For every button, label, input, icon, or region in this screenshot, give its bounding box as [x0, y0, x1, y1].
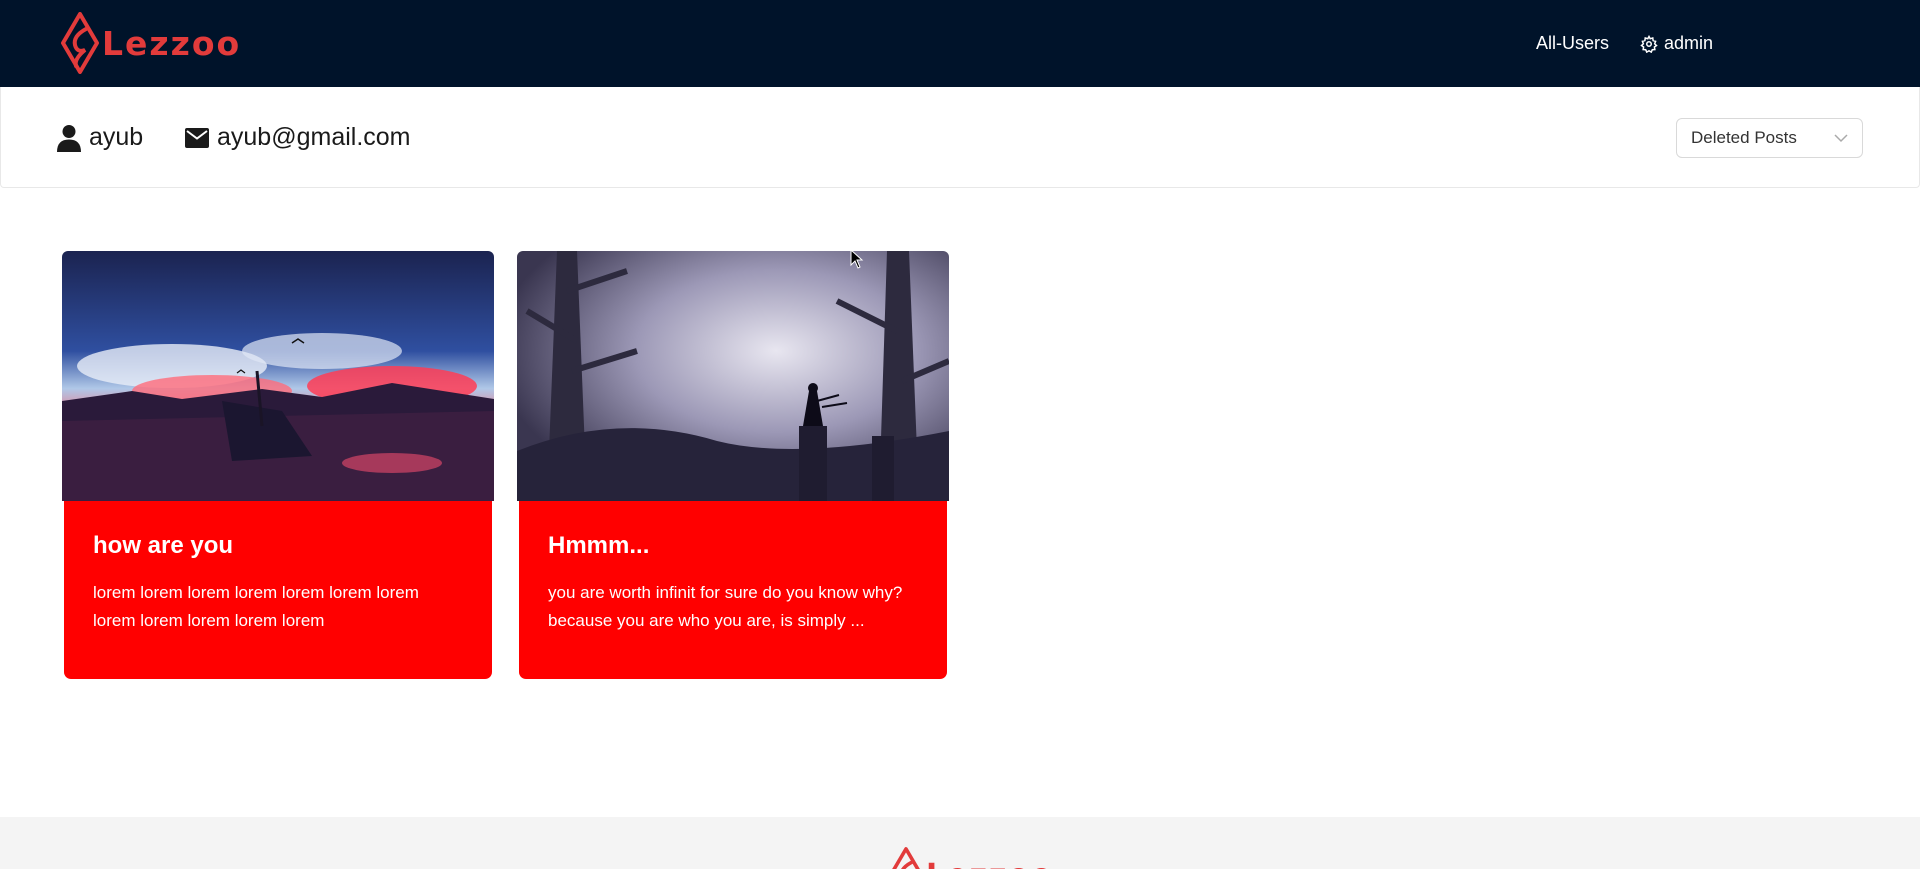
chevron-down-icon	[1834, 134, 1848, 143]
main-nav: All-Users admin	[1536, 0, 1713, 87]
post-title: how are you	[93, 532, 234, 559]
username-text: ayub	[89, 123, 144, 151]
mouse-cursor-icon	[850, 249, 864, 269]
post-filter-value: Deleted Posts	[1691, 128, 1797, 147]
post-excerpt: lorem lorem lorem lorem lorem lorem lore…	[93, 583, 419, 630]
post-image-misty-forest	[517, 251, 949, 501]
top-navbar: Lezzoo All-Users admin	[0, 0, 1920, 87]
nav-all-users-link[interactable]: All-Users	[1536, 33, 1609, 54]
lezzoo-logo-icon	[61, 12, 99, 74]
brand-logo[interactable]: Lezzoo	[60, 10, 241, 76]
footer: Lezzoo	[0, 817, 1920, 869]
nav-all-users-label: All-Users	[1536, 33, 1610, 53]
post-card-body: Hmmm... you are worth infinit for sure d…	[519, 501, 947, 679]
post-card[interactable]: Hmmm... you are worth infinit for sure d…	[517, 251, 949, 679]
footer-logo[interactable]: Lezzoo	[888, 847, 1054, 869]
profile-bar: ayub ayub@gmail.com	[0, 87, 1920, 188]
profile-email: ayub@gmail.com	[185, 87, 411, 188]
post-excerpt: you are worth infinit for sure do you kn…	[548, 583, 903, 630]
footer-brand-name: Lezzoo	[926, 858, 1054, 869]
email-text: ayub@gmail.com	[217, 123, 411, 151]
brand-name: Lezzoo	[102, 23, 242, 63]
gear-icon	[1640, 34, 1658, 53]
nav-admin-label: admin	[1664, 33, 1714, 53]
post-title: Hmmm...	[548, 532, 650, 559]
post-image-sunset-shipwreck	[62, 251, 494, 501]
nav-admin-link[interactable]: admin	[1640, 33, 1713, 54]
profile-username: ayub	[57, 87, 143, 188]
mail-icon	[185, 127, 209, 148]
lezzoo-logo-icon	[892, 847, 920, 869]
user-icon	[57, 124, 81, 152]
post-card-body: how are you lorem lorem lorem lorem lore…	[64, 501, 492, 679]
post-card[interactable]: how are you lorem lorem lorem lorem lore…	[62, 251, 494, 679]
post-filter-select[interactable]: Deleted Posts	[1676, 118, 1863, 158]
